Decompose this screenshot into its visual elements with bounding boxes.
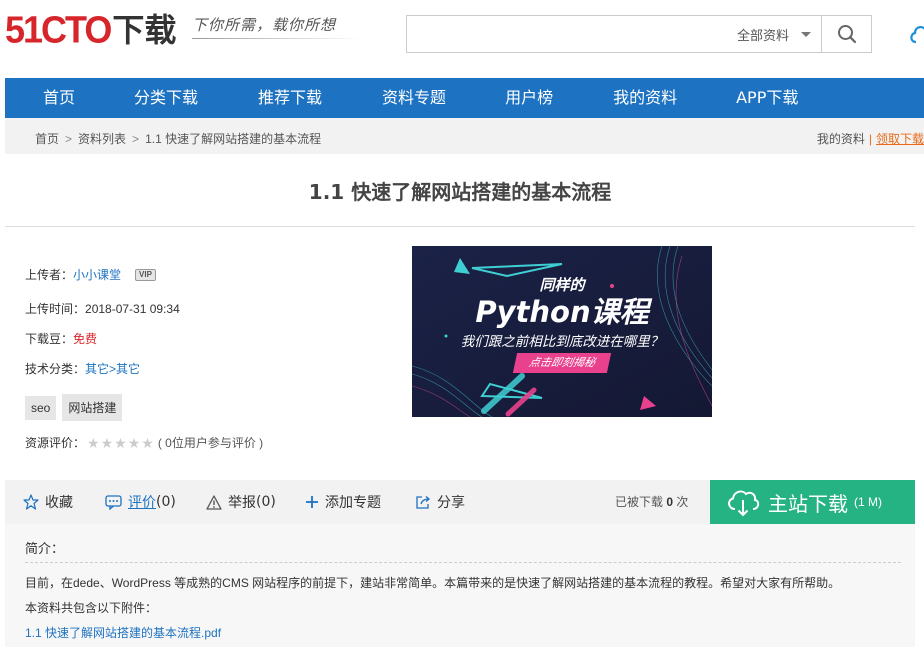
rating-stars[interactable]: ★ ★ ★ ★ ★ bbox=[87, 436, 155, 450]
nav-item-topics[interactable]: 资料专题 bbox=[382, 78, 446, 118]
comment-label: 评价 bbox=[128, 495, 156, 511]
file-size: (1 M) bbox=[854, 495, 882, 509]
banner-headline: Python课程 bbox=[475, 295, 649, 329]
vip-badge: VIP bbox=[135, 268, 156, 281]
logo-brand: 51CTO bbox=[5, 7, 112, 51]
category-row: 技术分类： 其它>其它 bbox=[25, 360, 140, 377]
cloud-icon[interactable] bbox=[908, 22, 924, 47]
favorite-label: 收藏 bbox=[45, 495, 73, 511]
star-icon[interactable]: ★ bbox=[101, 436, 114, 450]
download-count-value: 0 bbox=[666, 495, 674, 509]
warning-icon bbox=[206, 494, 222, 510]
star-icon[interactable]: ★ bbox=[141, 436, 154, 450]
beans-value: 免费 bbox=[73, 332, 98, 346]
intro-label: 简介： bbox=[25, 541, 65, 556]
banner-subtitle: 我们跟之前相比到底改进在哪里？ bbox=[460, 334, 664, 350]
rating-row: 资源评价： ★ ★ ★ ★ ★ ( 0位用户参与评价 ) bbox=[25, 434, 263, 451]
nav-item-home[interactable]: 首页 bbox=[43, 78, 75, 118]
attachments-label: 本资料共包含以下附件： bbox=[25, 601, 158, 615]
add-topic-label: 添加专题 bbox=[325, 495, 381, 511]
title-divider bbox=[5, 226, 915, 227]
uploader-row: 上传者： 小小课堂 VIP bbox=[25, 266, 156, 283]
beans-label: 下载豆： bbox=[25, 332, 74, 346]
search-category-label: 全部资料 bbox=[736, 27, 789, 43]
rating-label: 资源评价： bbox=[25, 436, 86, 450]
share-button[interactable]: 分享 bbox=[415, 480, 465, 524]
breadcrumb-home[interactable]: 首页 bbox=[35, 130, 59, 147]
rating-count-text: ( 0位用户参与评价 ) bbox=[157, 436, 264, 450]
action-bar: 收藏 评价 (0) 举报 (0) 添加专题 分享 已被下载 0 次 bbox=[5, 480, 710, 524]
report-label: 举报 bbox=[228, 495, 256, 511]
uploader-label: 上传者： bbox=[25, 268, 74, 282]
intro-divider bbox=[25, 562, 901, 563]
breadcrumb-separator: > bbox=[132, 131, 140, 146]
logo-suffix: 下载 bbox=[112, 11, 177, 49]
search-button[interactable] bbox=[822, 16, 871, 52]
my-materials-link[interactable]: 我的资料 bbox=[817, 130, 865, 147]
breadcrumb-list[interactable]: 资料列表 bbox=[78, 130, 126, 147]
star-icon[interactable]: ★ bbox=[87, 436, 100, 450]
download-count: 已被下载 0 次 bbox=[615, 480, 688, 524]
upload-time-value: 2018-07-31 09:34 bbox=[85, 301, 180, 316]
uploader-name[interactable]: 小小课堂 bbox=[73, 266, 121, 283]
cloud-download-icon bbox=[726, 487, 760, 517]
main-download-button[interactable]: 主站下载 (1 M) bbox=[710, 480, 915, 524]
search-category-select[interactable]: 全部资料 bbox=[730, 16, 822, 52]
beans-row: 下载豆： 免费 bbox=[25, 330, 97, 347]
page-title: 1.1 快速了解网站搭建的基本流程 bbox=[308, 180, 612, 204]
search-box: 全部资料 bbox=[406, 15, 872, 53]
download-count-prefix: 已被下载 bbox=[615, 495, 664, 509]
main-download-label: 主站下载 bbox=[768, 491, 848, 516]
banner-cta-button[interactable]: 点击即刻揭秘 bbox=[512, 353, 612, 373]
breadcrumb-separator: > bbox=[65, 131, 73, 146]
comment-button[interactable]: 评价 (0) bbox=[105, 480, 176, 524]
nav-item-category[interactable]: 分类下载 bbox=[134, 78, 198, 118]
tag-site-building[interactable]: 网站搭建 bbox=[62, 394, 123, 421]
chevron-down-icon bbox=[801, 31, 811, 37]
intro-text: 目前，在dede、WordPress 等成熟的CMS 网站程序的前提下，建站非常… bbox=[25, 576, 841, 590]
category-link[interactable]: 其它>其它 bbox=[85, 360, 140, 377]
star-icon[interactable]: ★ bbox=[114, 436, 127, 450]
breadcrumb: 首页 > 资料列表 > 1.1 快速了解网站搭建的基本流程 bbox=[35, 130, 321, 147]
tag-seo[interactable]: seo bbox=[25, 395, 57, 420]
comment-icon bbox=[105, 494, 122, 510]
share-icon bbox=[415, 495, 431, 510]
tag-list: seo 网站搭建 bbox=[25, 394, 128, 421]
search-icon bbox=[837, 25, 856, 44]
report-button[interactable]: 举报 (0) bbox=[206, 480, 276, 524]
nav-item-my-materials[interactable]: 我的资料 bbox=[613, 78, 677, 118]
category-label: 技术分类： bbox=[25, 362, 86, 376]
report-count: (0) bbox=[256, 494, 276, 510]
nav-item-user-rank[interactable]: 用户榜 bbox=[505, 78, 553, 118]
attachment-item: 1.1 快速了解网站搭建的基本流程.pdf bbox=[25, 624, 221, 641]
upload-time-row: 上传时间： 2018-07-31 09:34 bbox=[25, 300, 180, 317]
divider: | bbox=[868, 131, 872, 146]
nav-item-recommend[interactable]: 推荐下载 bbox=[258, 78, 322, 118]
attachment-link[interactable]: 1.1 快速了解网站搭建的基本流程.pdf bbox=[25, 626, 221, 640]
site-logo[interactable]: 51CTO 下载 bbox=[5, 7, 177, 51]
get-download-link[interactable]: 领取下载 bbox=[876, 130, 924, 147]
site-slogan: 下你所需，载你所想 bbox=[192, 16, 337, 34]
main-nav: 首页 分类下载 推荐下载 资料专题 用户榜 我的资料 APP下载 bbox=[5, 78, 924, 118]
site-header: 51CTO 下载 下你所需，载你所想 全部资料 bbox=[0, 0, 924, 78]
intro-section: 简介： 目前，在dede、WordPress 等成熟的CMS 网站程序的前提下，… bbox=[5, 524, 915, 647]
add-topic-button[interactable]: 添加专题 bbox=[305, 480, 381, 524]
star-icon[interactable]: ★ bbox=[128, 436, 141, 450]
star-outline-icon bbox=[23, 494, 39, 510]
nav-item-app[interactable]: APP下载 bbox=[736, 78, 798, 118]
share-label: 分享 bbox=[437, 495, 465, 511]
favorite-button[interactable]: 收藏 bbox=[23, 480, 73, 524]
download-count-suffix: 次 bbox=[676, 495, 689, 509]
search-input[interactable] bbox=[407, 16, 730, 52]
plus-icon bbox=[305, 495, 319, 509]
comment-count: (0) bbox=[156, 494, 176, 510]
breadcrumb-right-links: 我的资料 | 领取下载 bbox=[817, 130, 924, 147]
slogan-underline bbox=[192, 38, 362, 39]
breadcrumb-current: 1.1 快速了解网站搭建的基本流程 bbox=[145, 132, 322, 146]
breadcrumb-bar: 首页 > 资料列表 > 1.1 快速了解网站搭建的基本流程 我的资料 | 领取下… bbox=[5, 118, 924, 154]
upload-time-label: 上传时间： bbox=[25, 302, 86, 316]
python-course-banner[interactable]: 同样的 Python课程 我们跟之前相比到底改进在哪里？ 点击即刻揭秘 bbox=[412, 246, 712, 417]
